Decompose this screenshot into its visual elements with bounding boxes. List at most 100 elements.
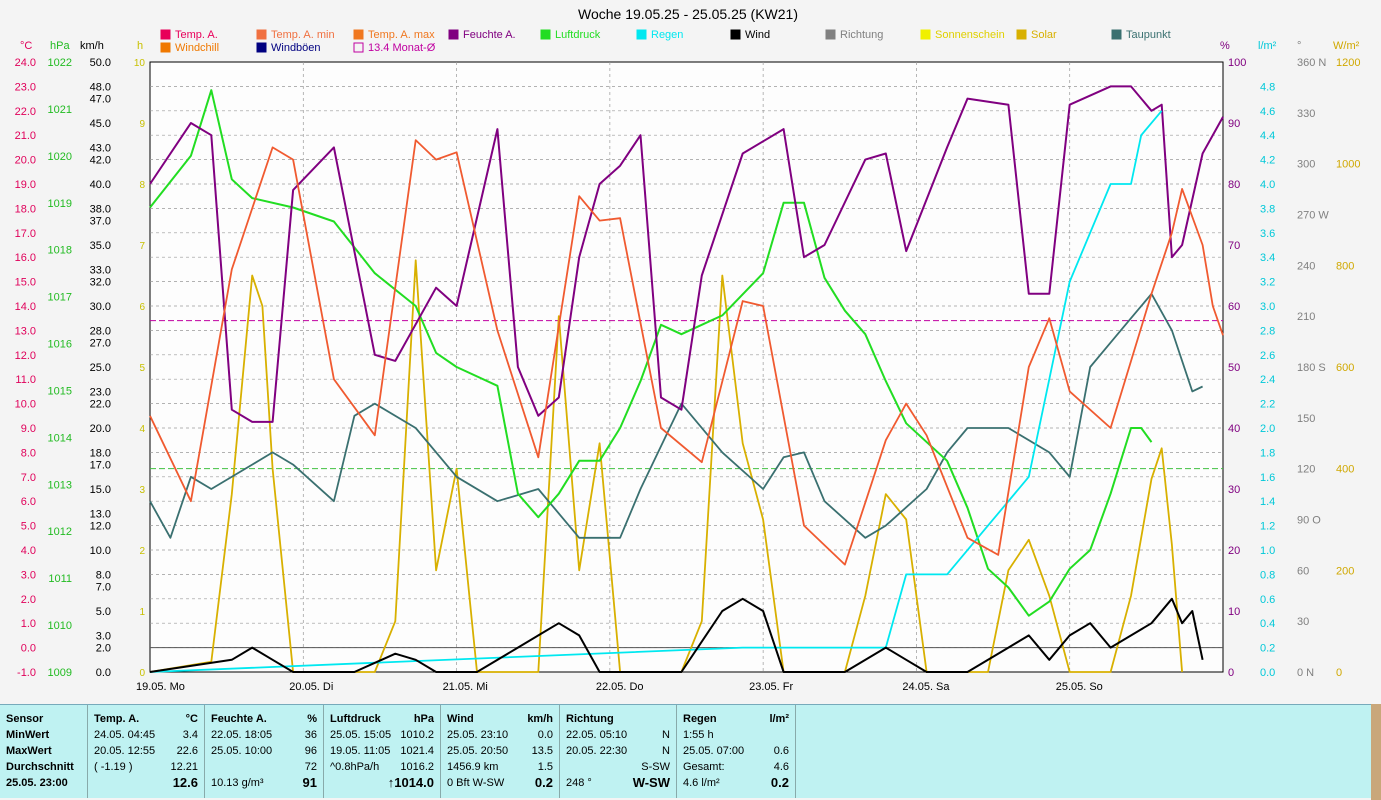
hum-avg-value: 72 (304, 761, 317, 773)
dir-min-value: N (662, 729, 670, 741)
legend-swatch (160, 42, 171, 53)
press-current-value: ↑1014.0 (387, 775, 434, 790)
wind-tick: 33.0 (90, 264, 111, 276)
rain-tick: 3.0 (1260, 301, 1275, 313)
dir-degrees: 248 ° (566, 777, 592, 789)
temp-tick: 10.0 (15, 399, 36, 411)
temp-avg-delta: ( -1.19 ) (94, 761, 133, 773)
pressure-tick: 1021 (48, 104, 72, 116)
sun-tick: 3 (139, 485, 145, 496)
solar-tick: 0 (1336, 667, 1342, 679)
temp-tick: 22.0 (15, 106, 36, 118)
max-label: MaxWert (6, 745, 52, 757)
legend-label: Temp. A. (175, 29, 218, 41)
wind-min-time: 25.05. 23:10 (447, 729, 509, 741)
temp-tick: 4.0 (21, 545, 36, 557)
sun-tick: 10 (134, 58, 146, 69)
rain-tick: 1.8 (1260, 447, 1275, 459)
wind-avg-value: 1.5 (537, 761, 553, 773)
rain-tick: 2.0 (1260, 423, 1275, 435)
background-photo-edge (1371, 704, 1381, 800)
wind-tick: 12.0 (90, 521, 111, 533)
rain-tick: 0.6 (1260, 594, 1275, 606)
direction-section: Richtung 22.05. 05:10 N 20.05. 22:30 N S-S… (560, 705, 677, 798)
temp-tick: 1.0 (21, 618, 36, 630)
legend-swatch (448, 29, 459, 40)
legend-label: Temp. A. max (368, 29, 435, 41)
hum-unit: % (307, 713, 317, 725)
humidity-tick: 50 (1228, 362, 1240, 374)
legend-label: Sonnenschein (935, 29, 1005, 41)
rain-tick: 4.4 (1260, 130, 1275, 142)
wind-distance: 1456.9 km (447, 761, 499, 773)
pressure-tick: 1017 (48, 292, 72, 304)
press-max-time: 19.05. 11:05 (330, 745, 391, 757)
temp-min-time: 24.05. 04:45 (94, 729, 156, 741)
direction-tick: 30 (1297, 616, 1309, 628)
wind-header: Wind (447, 713, 474, 725)
solar-tick: 600 (1336, 362, 1354, 374)
legend-swatch (160, 29, 171, 40)
hum-min-value: 36 (304, 729, 317, 741)
rain-tick: 0.0 (1260, 667, 1275, 679)
direction-tick: 240 (1297, 260, 1315, 272)
rain-total-value: 4.6 (773, 761, 789, 773)
x-label: 19.05. Mo (136, 681, 185, 693)
humidity-tick: 100 (1228, 57, 1246, 69)
wind-tick: 45.0 (90, 118, 111, 130)
legend-label: Windböen (271, 42, 321, 54)
wind-max-time: 25.05. 20:50 (447, 745, 509, 757)
wind-tick: 50.0 (90, 57, 111, 69)
temp-max-value: 22.6 (176, 745, 198, 757)
rain-tick: 3.2 (1260, 277, 1275, 289)
x-label: 25.05. So (1056, 681, 1103, 693)
pressure-tick: 1011 (48, 573, 72, 585)
temp-max-time: 20.05. 12:55 (94, 745, 156, 757)
pressure-tick: 1010 (48, 620, 72, 632)
sun-tick: 6 (139, 302, 145, 313)
avg-label: Durchschnitt (6, 761, 74, 773)
wind-tick: 47.0 (90, 94, 111, 106)
rain-tick: 1.4 (1260, 496, 1275, 508)
unit-dir: ° (1297, 40, 1301, 52)
rain-total-label: Gesamt: (683, 761, 725, 773)
legend-label: Solar (1031, 29, 1057, 41)
legend-swatch (256, 42, 267, 53)
legend-swatch (636, 29, 647, 40)
temp-current-value: 12.6 (172, 775, 198, 790)
wind-min-value: 0.0 (537, 729, 553, 741)
wind-tick: 37.0 (90, 216, 111, 228)
x-label: 23.05. Fr (749, 681, 793, 693)
stats-panel: Sensor MinWert MaxWert Durchschnitt 25.0… (0, 704, 1371, 798)
direction-tick: 150 (1297, 413, 1315, 425)
rain-tick: 2.6 (1260, 350, 1275, 362)
unit-rain: l/m² (1258, 40, 1277, 52)
rain-tick: 0.2 (1260, 643, 1275, 655)
legend-swatch (730, 29, 741, 40)
legend-swatch (825, 29, 836, 40)
temp-header: Temp. A. (94, 713, 140, 725)
humidity-tick: 70 (1228, 240, 1240, 252)
hum-min-time: 22.05. 18:05 (211, 729, 273, 741)
wind-tick: 35.0 (90, 240, 111, 252)
dir-min-time: 22.05. 05:10 (566, 729, 628, 741)
x-label: 24.05. Sa (902, 681, 950, 693)
rain-tick: 4.8 (1260, 81, 1275, 93)
wind-tick: 25.0 (90, 362, 111, 374)
rain-tick: 3.6 (1260, 228, 1275, 240)
humidity-tick: 40 (1228, 423, 1240, 435)
humidity-tick: 90 (1228, 118, 1240, 130)
temp-tick: 15.0 (15, 277, 36, 289)
temp-tick: 9.0 (21, 423, 36, 435)
direction-tick: 300 (1297, 159, 1315, 171)
wind-tick: 13.0 (90, 508, 111, 520)
x-label: 21.05. Mi (443, 681, 488, 693)
temp-unit: °C (185, 713, 198, 725)
solar-tick: 800 (1336, 260, 1354, 272)
temp-tick: -1.0 (17, 667, 36, 679)
solar-tick: 200 (1336, 565, 1354, 577)
wind-tick: 27.0 (90, 338, 111, 350)
rain-section: Regen l/m² 1:55 h 25.05. 07:00 0.6 Gesamt:… (677, 705, 796, 798)
wind-tick: 8.0 (96, 569, 111, 581)
legend-label: Feuchte A. (463, 29, 516, 41)
